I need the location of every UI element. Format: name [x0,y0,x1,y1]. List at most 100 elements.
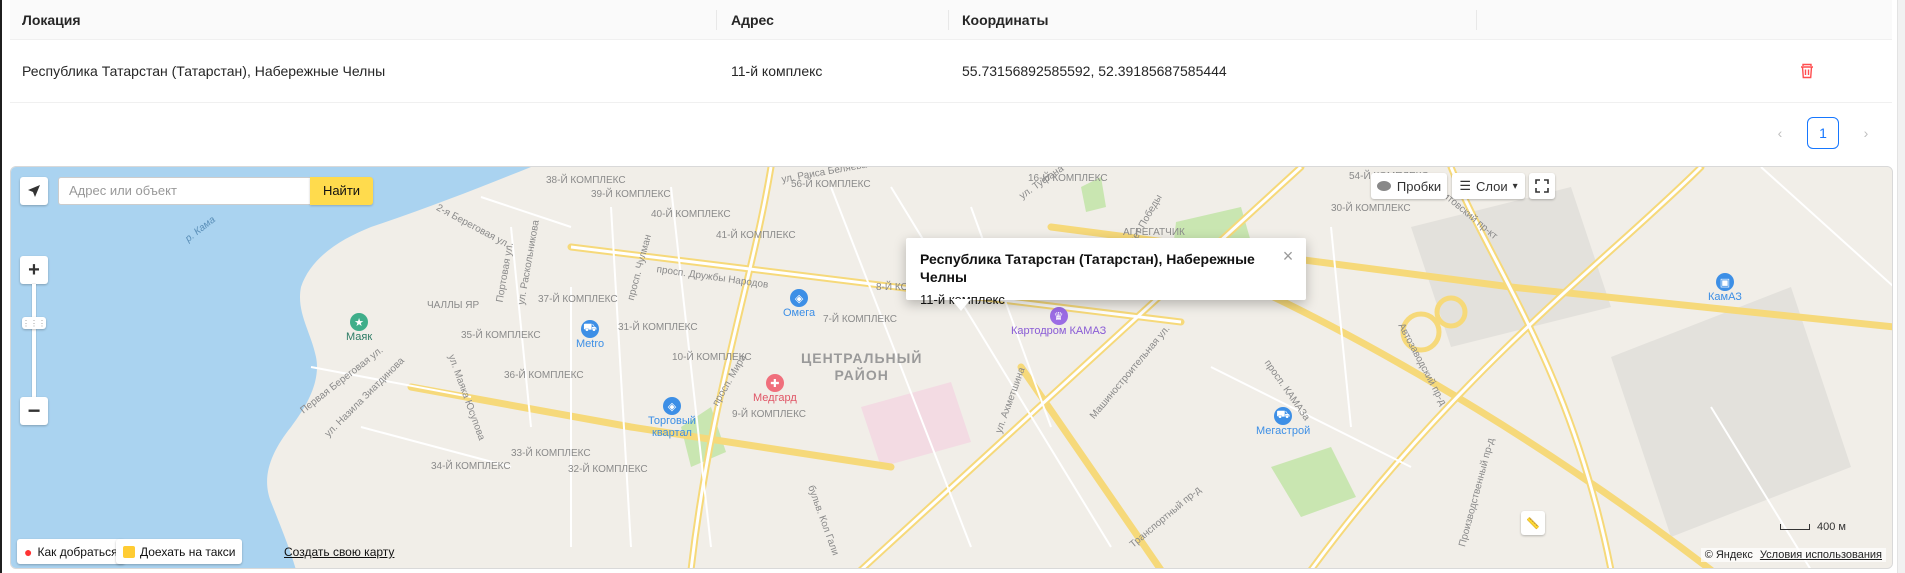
star-icon: ★ [350,313,369,331]
ruler-icon: 📏 [1526,517,1540,530]
shopping-cart-icon: ⛟ [581,320,600,338]
district-label: 30-Й КОМПЛЕКС [1331,203,1411,214]
medical-cross-icon: ✚ [765,374,784,392]
prev-page-button[interactable]: ‹ [1769,117,1791,149]
poi-torgovy-kvartal[interactable]: ◈ Торговый квартал [642,397,702,439]
cell-coordinates: 55.73156892585592, 52.39185687585444 [962,63,1227,79]
locations-table: Локация Адрес Координаты Республика Тата… [10,0,1892,103]
district-label: 36-Й КОМПЛЕКС [504,370,584,381]
close-icon[interactable]: × [1280,247,1296,265]
column-header-coordinates: Координаты [962,12,1049,28]
poi-medgard[interactable]: ✚ Медгард [753,374,797,404]
district-label: 33-Й КОМПЛЕКС [511,448,591,459]
map-search-button[interactable]: Найти [310,177,373,205]
route-label: Как добраться [37,544,118,559]
balloon-text: 11-й комплекс [920,292,1005,307]
traffic-icon [1376,181,1391,191]
cell-address: 11-й комплекс [731,63,823,79]
layers-icon: ☰ [1459,178,1471,193]
column-divider [1476,10,1477,30]
poi-label: Metro [576,338,605,350]
trophy-icon: ♛ [1049,307,1068,325]
district-name-line: РАЙОН [834,367,889,383]
poi-label: Картодром КАМАЗ [1011,325,1107,337]
column-header-location: Локация [22,12,81,28]
district-name-line: ЦЕНТРАЛЬНЫЙ [801,350,923,366]
chevron-down-icon: ▾ [1512,180,1518,192]
poi-megastroy[interactable]: ⛟ Мегастрой [1256,407,1310,437]
poi-label: Омега [783,307,816,319]
poi-label: Медгард [753,392,797,404]
map-scale: 400 м [1779,521,1846,533]
trash-icon [1801,63,1813,79]
zoom-slider-track[interactable] [32,284,36,397]
column-divider [716,10,717,30]
poi-kartodrom[interactable]: ♛ Картодром КАМАЗ [1011,307,1106,337]
scale-bar [1779,524,1810,531]
district-label: 32-Й КОМПЛЕКС [568,464,648,475]
layers-button[interactable]: ☰ Слои ▾ [1452,173,1525,199]
next-page-button[interactable]: › [1855,117,1877,149]
scale-label: 400 м [1817,521,1846,533]
route-button[interactable]: ● Как добраться [17,539,125,564]
traffic-button[interactable]: Пробки [1371,173,1447,199]
poi-mayak[interactable]: ★ Маяк [346,313,372,343]
district-label: 38-Й КОМПЛЕКС [546,175,626,186]
map-base [11,167,1892,568]
copyright-text: © Яндекс [1704,549,1753,561]
expand-icon [1535,179,1549,193]
column-header-address: Адрес [731,12,774,28]
traffic-label: Пробки [1396,178,1442,194]
bus-icon: ▣ [1715,273,1734,291]
table-row: Республика Татарстан (Татарстан), Набере… [10,40,1892,103]
district-label: 7-Й КОМПЛЕКС [823,314,898,325]
taxi-label: Доехать на такси [140,544,236,559]
balloon-pointer [951,299,971,311]
page-scrollbar[interactable] [1897,0,1905,573]
layers-label: Слои [1476,178,1508,194]
cell-location: Республика Татарстан (Татарстан), Набере… [22,63,386,79]
yandex-map[interactable]: р. Кама 38-Й КОМПЛЕКС 39-Й КОМПЛЕКС 56-Й… [10,166,1893,569]
map-pin-icon: ● [24,543,33,560]
fullscreen-button[interactable] [1529,173,1555,199]
poi-label: Маяк [346,331,373,343]
page-1-button[interactable]: 1 [1807,117,1839,149]
window-edge [0,0,2,573]
placemark-balloon: Республика Татарстан (Татарстан), Набере… [906,238,1306,307]
poi-label: Мегастрой [1256,425,1311,437]
map-search-input[interactable]: Адрес или объект [58,177,310,205]
shopping-cart-icon: ⛟ [1274,407,1293,425]
district-label: 9-Й КОМПЛЕКС [732,409,807,420]
district-label: 31-Й КОМПЛЕКС [618,322,698,333]
table-header: Локация Адрес Координаты [10,0,1892,40]
district-label: 34-Й КОМПЛЕКС [431,461,511,472]
district-label: 35-Й КОМПЛЕКС [461,330,541,341]
balloon-title: Республика Татарстан (Татарстан), Набере… [920,251,1255,285]
pagination: ‹ 1 › [1769,117,1877,149]
zoom-out-button[interactable]: − [20,397,48,425]
delete-button[interactable] [1797,61,1817,81]
shopping-bag-icon: ◈ [790,289,809,307]
terms-link[interactable]: Условия использования [1760,549,1882,561]
district-name: ЦЕНТРАЛЬНЫЙ РАЙОН [801,350,922,384]
ruler-button[interactable]: 📏 [1521,511,1545,535]
district-label: 41-Й КОМПЛЕКС [716,230,796,241]
poi-label: Торговый квартал [648,415,696,439]
poi-kamaz[interactable]: ▣ КамАЗ [1708,273,1742,303]
create-map-link[interactable]: Создать свою карту [284,545,394,559]
zoom-slider-handle[interactable]: ⋮⋮⋮ [22,317,46,329]
district-label: 39-Й КОМПЛЕКС [591,189,671,200]
geolocation-button[interactable] [20,177,48,205]
zoom-in-button[interactable]: + [20,256,48,284]
poi-omega[interactable]: ◈ Омега [783,289,815,319]
map-copyright: © Яндекс Условия использования [1700,548,1886,562]
poi-metro[interactable]: ⛟ Metro [576,320,604,350]
taxi-icon [123,545,135,558]
column-divider [948,10,949,30]
taxi-button[interactable]: Доехать на такси [116,539,243,564]
district-label: ЧАЛЛЫ ЯР [427,300,480,311]
shopping-bag-icon: ◈ [663,397,681,415]
poi-label: КамАЗ [1708,291,1742,303]
location-arrow-icon [28,185,40,197]
district-label: 37-Й КОМПЛЕКС [538,294,618,305]
